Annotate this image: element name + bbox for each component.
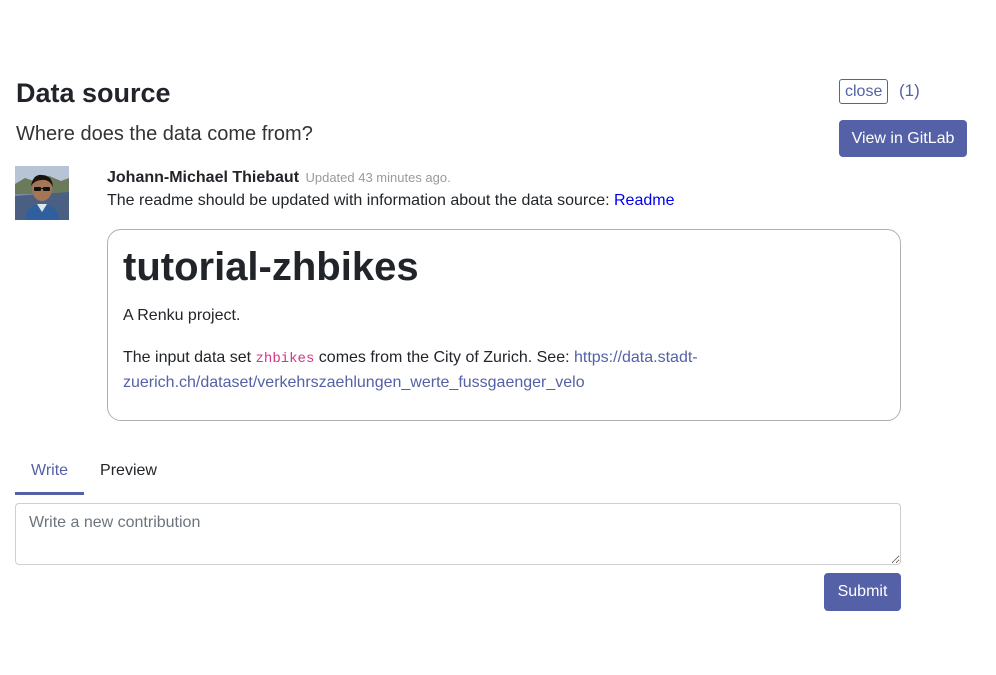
tab-preview[interactable]: Preview	[84, 455, 173, 495]
tab-write[interactable]: Write	[15, 455, 85, 495]
readme-title: tutorial-zhbikes	[123, 245, 419, 289]
readme-data-source-paragraph: The input data set zhbikes comes from th…	[123, 346, 723, 395]
contribution-header: Johann-Michael Thiebaut Updated 43 minut…	[107, 169, 451, 187]
submit-button[interactable]: Submit	[824, 573, 901, 611]
readme-text-before: The input data set	[123, 349, 256, 366]
page-subtitle: Where does the data come from?	[16, 123, 313, 145]
contribution-input[interactable]	[15, 503, 901, 565]
contribution-body: The readme should be updated with inform…	[107, 192, 614, 209]
page-title: Data source	[16, 78, 171, 108]
readme-preview-card: tutorial-zhbikes A Renku project. The in…	[107, 229, 901, 421]
editor-tabs: Write Preview	[15, 455, 173, 495]
dataset-code: zhbikes	[255, 351, 315, 367]
author-name: Johann-Michael Thiebaut	[107, 169, 300, 186]
readme-link[interactable]: Readme	[614, 192, 674, 209]
contribution-count: (1)	[899, 81, 920, 100]
avatar	[15, 166, 69, 220]
readme-description: A Renku project.	[123, 307, 241, 324]
readme-text-after: comes from the City of Zurich. See:	[314, 349, 574, 366]
updated-timestamp: Updated 43 minutes ago.	[305, 170, 451, 185]
contribution-text: The readme should be updated with inform…	[107, 192, 674, 210]
close-status-badge[interactable]: close	[839, 79, 889, 104]
view-in-gitlab-button[interactable]: View in GitLab	[839, 120, 967, 157]
avatar-image	[15, 166, 69, 220]
